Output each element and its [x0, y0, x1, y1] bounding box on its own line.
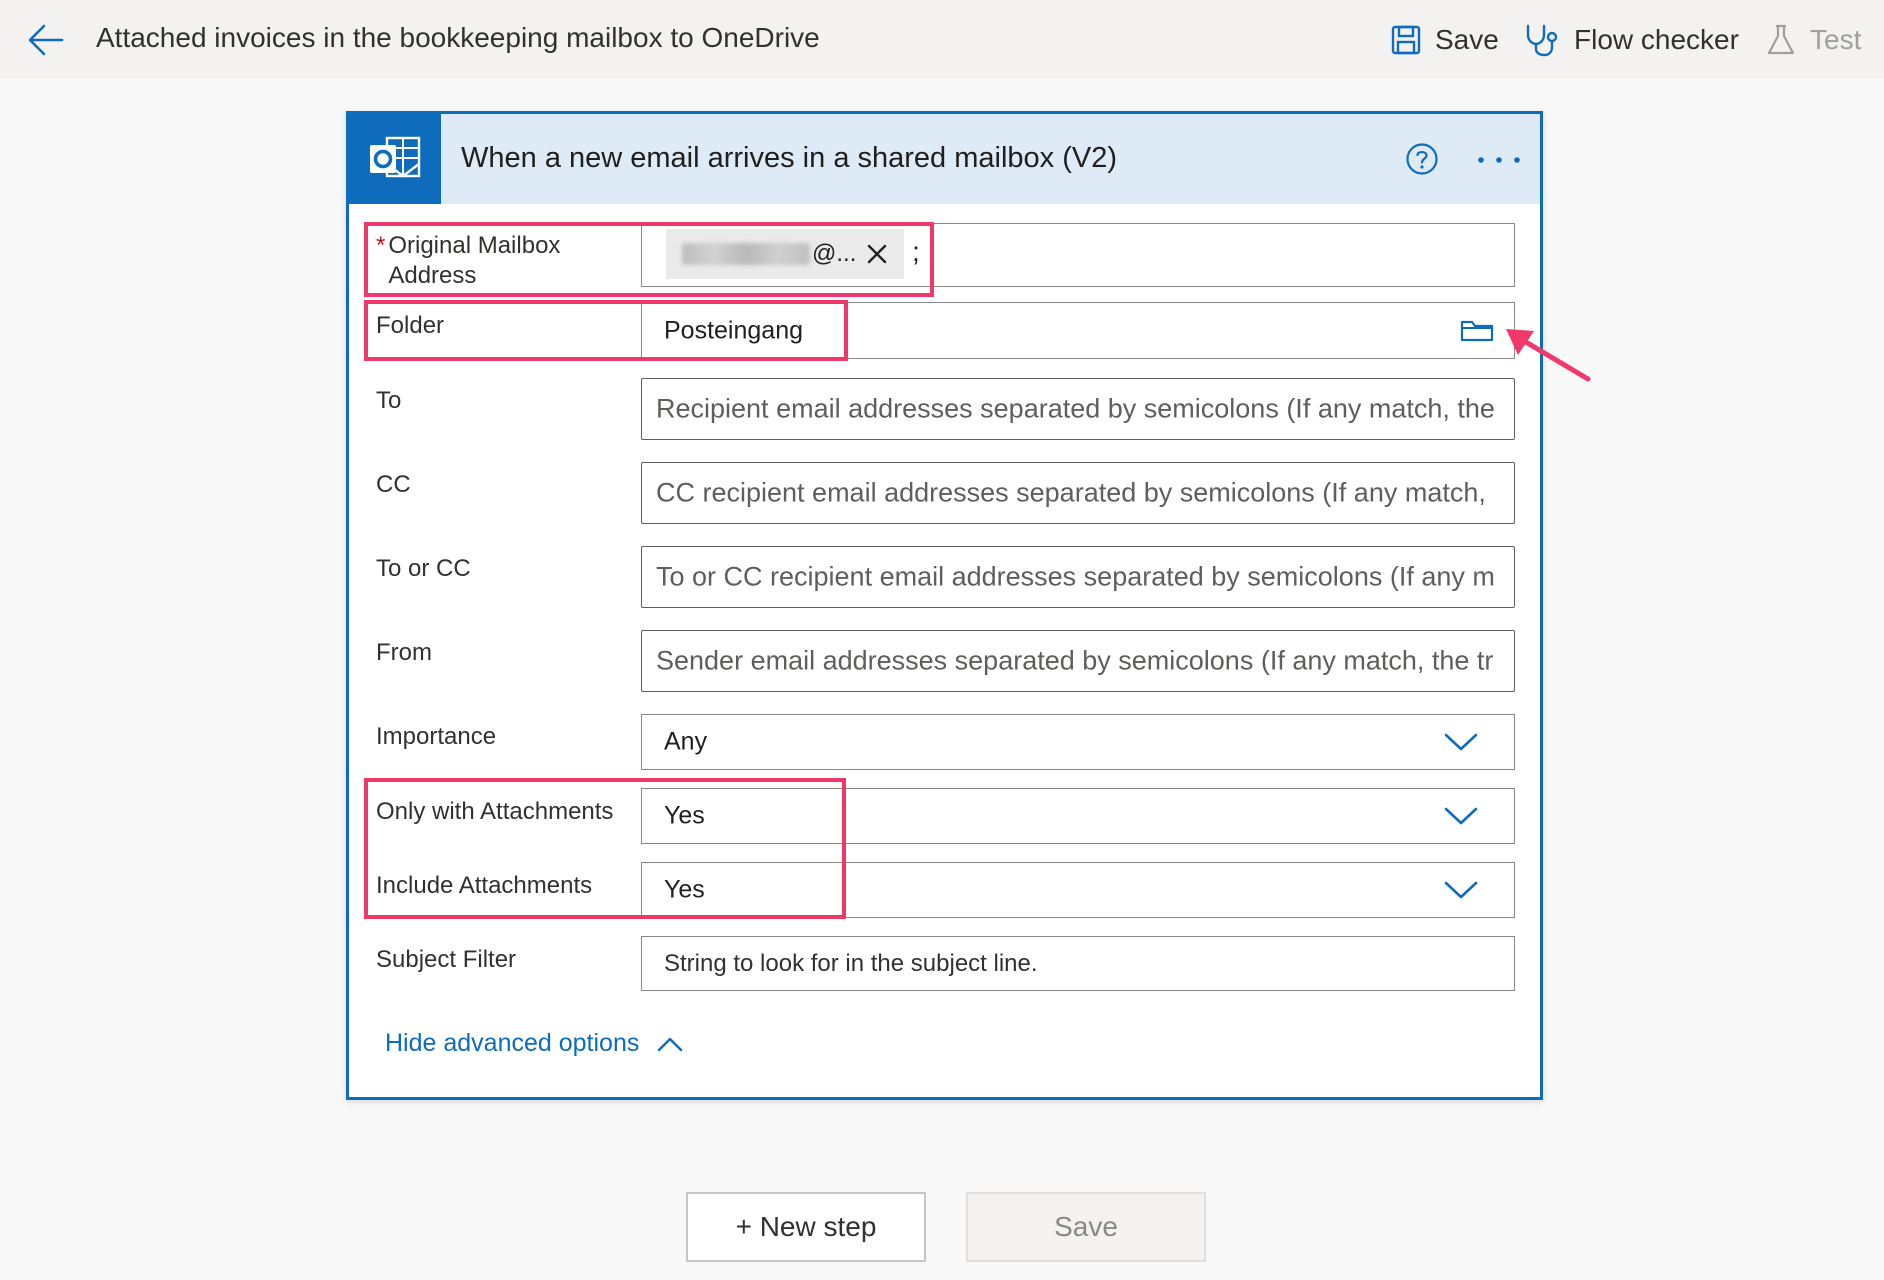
token-separator: ; [912, 236, 920, 267]
original-mailbox-input[interactable]: @... ; [641, 223, 1515, 287]
mailbox-token[interactable]: @... [666, 229, 904, 279]
importance-value: Any [664, 727, 708, 756]
subject-filter-placeholder: String to look for in the subject line. [664, 949, 1038, 977]
only-with-attachments-label: Only with Attachments [376, 798, 614, 825]
test-label: Test [1810, 24, 1862, 55]
from-label: From [376, 639, 432, 666]
subject-filter-label: Subject Filter [376, 946, 517, 973]
command-bar: Attached invoices in the bookkeeping mai… [0, 0, 1884, 78]
mailbox-token-text: @... [812, 240, 857, 267]
include-attachments-value: Yes [664, 875, 705, 904]
new-step-button[interactable]: + New step [686, 1192, 926, 1262]
test-button[interactable]: Test [1766, 20, 1861, 60]
flow-checker-label: Flow checker [1574, 24, 1739, 55]
to-input[interactable]: Recipient email addresses separated by s… [641, 378, 1515, 440]
stethoscope-icon [1524, 23, 1560, 57]
to-placeholder: Recipient email addresses separated by s… [656, 393, 1495, 424]
importance-dropdown[interactable]: Any [641, 714, 1515, 770]
subject-filter-input[interactable]: String to look for in the subject line. [641, 936, 1515, 991]
include-attachments-dropdown[interactable]: Yes [641, 862, 1515, 918]
to-label: To [376, 387, 402, 414]
remove-token-icon[interactable] [866, 243, 888, 265]
flow-title: Attached invoices in the bookkeeping mai… [96, 22, 820, 53]
chevron-down-icon [1444, 733, 1478, 751]
include-attachments-label: Include Attachments [376, 872, 593, 899]
save-flow-button[interactable]: Save [966, 1192, 1206, 1262]
outlook-connector-icon [349, 114, 441, 204]
only-with-attachments-dropdown[interactable]: Yes [641, 788, 1515, 844]
chevron-down-icon [1444, 881, 1478, 899]
chevron-down-icon [1444, 807, 1478, 825]
flask-icon [1766, 24, 1796, 56]
annotation-arrow-icon [1506, 329, 1591, 382]
flow-checker-button[interactable]: Flow checker [1524, 20, 1739, 60]
folder-label: Folder [376, 312, 445, 339]
help-icon[interactable] [1405, 142, 1439, 176]
original-mailbox-label: * Original Mailbox Address [376, 231, 588, 291]
back-arrow-icon[interactable] [26, 22, 66, 58]
chevron-up-icon [658, 1037, 683, 1051]
to-or-cc-input[interactable]: To or CC recipient email addresses separ… [641, 546, 1515, 608]
folder-picker-icon[interactable] [1460, 318, 1494, 347]
to-or-cc-placeholder: To or CC recipient email addresses separ… [656, 561, 1495, 592]
save-command-label: Save [1435, 24, 1499, 55]
only-with-attachments-value: Yes [664, 801, 705, 830]
save-disk-icon [1391, 25, 1421, 55]
cc-input[interactable]: CC recipient email addresses separated b… [641, 462, 1515, 524]
card-title: When a new email arrives in a shared mai… [461, 142, 1117, 174]
folder-value: Posteingang [664, 316, 804, 344]
original-mailbox-label-text: Original Mailbox Address [388, 232, 561, 289]
from-input[interactable]: Sender email addresses separated by semi… [641, 630, 1515, 692]
cc-label: CC [376, 471, 411, 498]
folder-input[interactable]: Posteingang [641, 302, 1515, 359]
to-or-cc-label: To or CC [376, 555, 471, 582]
from-placeholder: Sender email addresses separated by semi… [656, 645, 1494, 676]
redacted-address [682, 243, 810, 265]
hide-advanced-options-label: Hide advanced options [385, 1029, 640, 1057]
importance-label: Importance [376, 723, 497, 750]
required-marker: * [376, 232, 386, 259]
cc-placeholder: CC recipient email addresses separated b… [656, 477, 1486, 508]
card-header[interactable]: When a new email arrives in a shared mai… [349, 114, 1540, 204]
trigger-card: When a new email arrives in a shared mai… [346, 111, 1543, 1100]
save-command-button[interactable]: Save [1391, 20, 1499, 60]
more-options-icon[interactable] [1475, 150, 1523, 170]
hide-advanced-options-link[interactable]: Hide advanced options [385, 1029, 683, 1058]
